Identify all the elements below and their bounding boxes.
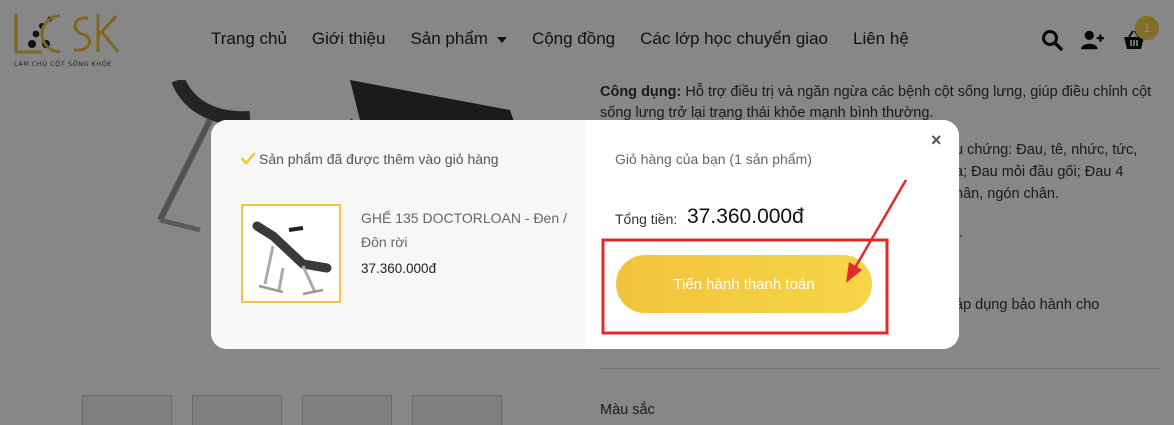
added-message: Sản phẩm đã được thêm vào giỏ hàng (241, 151, 499, 167)
added-message-text: Sản phẩm đã được thêm vào giỏ hàng (259, 151, 499, 167)
cart-summary-panel: Giỏ hàng của bạn (1 sản phẩm) Tổng tiền:… (585, 120, 959, 349)
cart-item-image[interactable] (241, 204, 341, 303)
chair-image (252, 221, 332, 296)
check-icon (241, 152, 255, 165)
close-icon[interactable]: × (931, 130, 942, 151)
cart-item-name[interactable]: GHẾ 135 DOCTORLOAN - Đen / Đôn rời (361, 206, 571, 254)
cart-item-price: 37.360.000đ (361, 261, 437, 276)
total-value: 37.360.000đ (687, 205, 804, 228)
cart-heading: Giỏ hàng của bạn (1 sản phẩm) (615, 151, 812, 167)
total-label: Tổng tiền: (615, 211, 678, 227)
added-item-panel: Sản phẩm đã được thêm vào giỏ hàng GHẾ 1… (211, 120, 585, 349)
checkout-button[interactable]: Tiến hành thanh toán (616, 255, 872, 313)
add-to-cart-modal: Sản phẩm đã được thêm vào giỏ hàng GHẾ 1… (211, 120, 959, 349)
